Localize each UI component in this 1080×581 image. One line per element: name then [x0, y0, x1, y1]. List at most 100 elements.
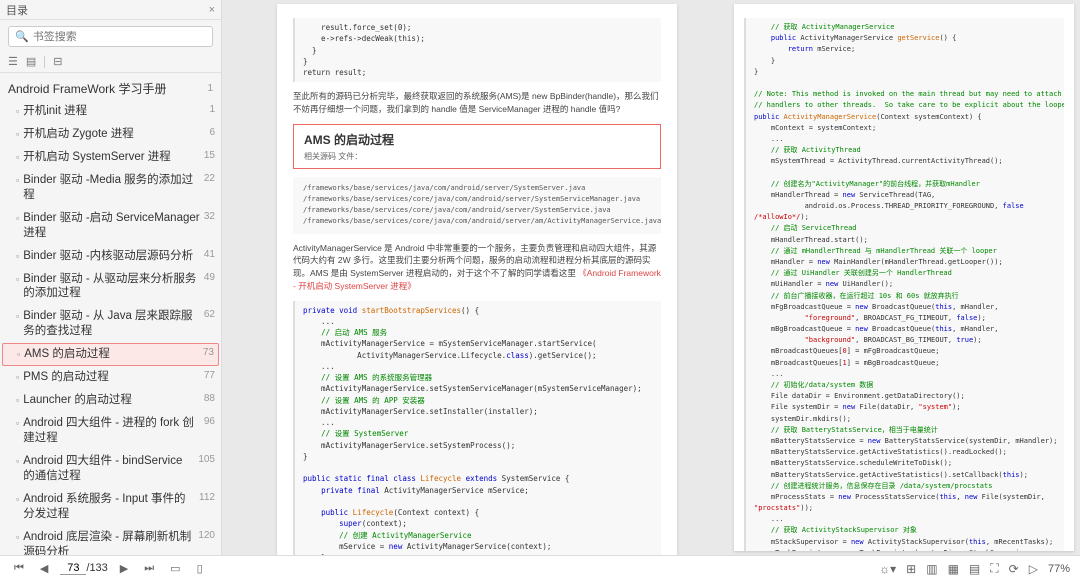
expand-icon[interactable]: ☰ — [8, 55, 18, 68]
columns-icon[interactable]: ▤ — [969, 562, 980, 576]
page-viewport[interactable]: result.force_set(0); e->refs->decWeak(th… — [222, 0, 732, 555]
first-page-icon[interactable]: ⏮ — [10, 560, 28, 577]
tree-item[interactable]: ▫Binder 驱动 - 从 Java 层来跟踪服务的查找过程62 — [0, 305, 221, 343]
tree-item-page: 15 — [204, 150, 215, 161]
tree-item[interactable]: ▫ 开机启动 SystemServer 进程 15 — [0, 146, 221, 169]
tree-item-label: Binder 驱动 -Media 服务的添加过程 — [23, 173, 200, 203]
bookmark-icon: ▫ — [16, 532, 19, 544]
tree-item-label: PMS 的启动过程 — [23, 370, 109, 385]
paragraph: 至此所有的源码已分析完毕，最终获取返回的系统服务(AMS)是 new BpBin… — [293, 90, 661, 116]
tree-item-label: 开机init 进程 — [23, 104, 87, 119]
grid-icon[interactable]: ⊞ — [906, 562, 916, 576]
tree-item-page: 6 — [209, 127, 215, 138]
tree-item-page: 22 — [204, 173, 215, 184]
layout-icon[interactable]: ▥ — [926, 562, 937, 576]
tree-item[interactable]: ▫ Android 四大组件 - 进程的 fork 创建过程 96 — [0, 412, 221, 450]
search-box[interactable]: 🔍 — [8, 26, 213, 47]
tree-item-page: 96 — [204, 416, 215, 427]
tree-item-label: Launcher 的启动过程 — [23, 393, 132, 408]
rotate-icon[interactable]: ⟳ — [1009, 562, 1019, 576]
tree-item[interactable]: ▫ PMS 的启动过程 77 — [0, 366, 221, 389]
tree-root[interactable]: Android FrameWork 学习手册 1 — [0, 77, 221, 100]
fullscreen-icon[interactable]: ⛶ — [990, 561, 998, 576]
sidebar: 目录 × 🔍 ☰ ▤ ⊟ Android FrameWork 学习手册 1 ▫ 开… — [0, 0, 222, 555]
tree-item[interactable]: ▫ 开机init 进程 1 — [0, 100, 221, 123]
divider — [44, 56, 45, 68]
bookmark-icon: ▫ — [16, 311, 19, 323]
search-input[interactable] — [33, 31, 206, 43]
page-current-input[interactable] — [60, 562, 86, 575]
tree-item[interactable]: ▫ Android 系统服务 - Input 事件的分发过程 112 — [0, 488, 221, 526]
bookmark-icon: ▫ — [16, 175, 19, 187]
tree-item-label: Android 四大组件 - 进程的 fork 创建过程 — [23, 416, 200, 446]
tree-item-label: 开机启动 SystemServer 进程 — [23, 150, 171, 165]
last-page-icon[interactable]: ⏭ — [140, 560, 158, 577]
page-indicator: /133 — [60, 562, 107, 575]
brightness-icon[interactable]: ☼▾ — [879, 562, 896, 576]
tree-item-label: Android 四大组件 - bindService 的通信过程 — [23, 454, 194, 484]
next-page-icon[interactable]: ▶ — [116, 560, 132, 577]
bookmark-icon: ▫ — [16, 456, 19, 468]
tree-item-page: 73 — [203, 347, 214, 358]
search-icon: 🔍 — [15, 30, 29, 43]
bookmark-icon: ▫ — [16, 494, 19, 506]
tree-item-page: 1 — [209, 104, 215, 115]
fold-icon[interactable]: ⊟ — [53, 55, 62, 68]
close-icon[interactable]: × — [209, 4, 215, 16]
tree-item[interactable]: ▫ Android 底层渲染 - 屏幕刷新机制源码分析 120 — [0, 526, 221, 555]
fit-page-icon[interactable]: ▭ — [166, 560, 184, 577]
two-page-icon[interactable]: ▦ — [948, 562, 959, 576]
file-list: /frameworks/base/services/java/com/andro… — [293, 177, 661, 234]
tree-item-label: Binder 驱动 - 从 Java 层来跟踪服务的查找过程 — [23, 309, 200, 339]
section-heading-box: AMS 的启动过程 相关源码 文件： — [293, 124, 661, 169]
fit-width-icon[interactable]: ▯ — [193, 560, 207, 577]
page-nav: ⏮ ◀ /133 ▶ ⏭ ▭ ▯ — [10, 560, 207, 577]
section-title: AMS 的启动过程 — [304, 131, 650, 148]
bookmark-icon: ▫ — [16, 418, 19, 430]
tree-item-page: 112 — [199, 492, 215, 503]
tree-item-label: Binder 驱动 - 从驱动层来分析服务的添加过程 — [23, 272, 200, 302]
bookmark-icon: ▫ — [17, 349, 20, 361]
bookmark-icon: ▫ — [16, 129, 19, 141]
paragraph: ActivityManagerService 是 Android 中非常重要的一… — [293, 242, 661, 293]
view-tools: ☼▾ ⊞ ▥ ▦ ▤ ⛶ ⟳ ▷ 77% — [879, 561, 1070, 576]
tree-item-page: 105 — [198, 454, 215, 465]
tree-item[interactable]: ▫ AMS 的启动过程 73 — [2, 343, 219, 366]
tree-item[interactable]: ▫ Binder 驱动 - 从驱动层来分析服务的添加过程 49 — [0, 268, 221, 306]
section-subtitle: 相关源码 文件： — [304, 151, 650, 162]
page-right: // 获取 ActivityManagerService public Acti… — [734, 4, 1074, 551]
presentation-icon[interactable]: ▷ — [1029, 562, 1038, 576]
tree-item-page: 49 — [204, 272, 215, 283]
tree-item-label: Binder 驱动 -启动 ServiceManager 进程 — [23, 211, 200, 241]
tree-item[interactable]: ▫Binder 驱动 -启动 ServiceManager 进程32 — [0, 207, 221, 245]
bookmark-icon: ▫ — [16, 372, 19, 384]
tree-item[interactable]: ▫ Android 四大组件 - bindService 的通信过程 105 — [0, 450, 221, 488]
tree-item-label: Android 底层渲染 - 屏幕刷新机制源码分析 — [23, 530, 194, 555]
content-area: result.force_set(0); e->refs->decWeak(th… — [222, 0, 1080, 555]
tree-item-page: 77 — [204, 370, 215, 381]
prev-page-icon[interactable]: ◀ — [36, 560, 52, 577]
tree-item[interactable]: ▫ Launcher 的启动过程 88 — [0, 389, 221, 412]
tree-item-label: Android 系统服务 - Input 事件的分发过程 — [23, 492, 195, 522]
bookmark-icon: ▫ — [16, 395, 19, 407]
tree-item-label: AMS 的启动过程 — [24, 347, 110, 362]
outline-tree[interactable]: Android FrameWork 学习手册 1 ▫ 开机init 进程 1 ▫ 开机启… — [0, 73, 221, 555]
bookmark-icon: ▫ — [16, 274, 19, 286]
sidebar-header: 目录 × — [0, 0, 221, 20]
bookmark-icon: ▫ — [16, 106, 19, 118]
collapse-icon[interactable]: ▤ — [26, 55, 36, 68]
page-left: result.force_set(0); e->refs->decWeak(th… — [277, 4, 677, 555]
tree-item-label: 开机启动 Zygote 进程 — [23, 127, 134, 142]
tree-item-label: Binder 驱动 -内核驱动层源码分析 — [23, 249, 193, 264]
tree-item[interactable]: ▫ Binder 驱动 -Media 服务的添加过程 22 — [0, 169, 221, 207]
bookmark-icon: ▫ — [16, 152, 19, 164]
tree-item-page: 88 — [204, 393, 215, 404]
tree-item-page: 41 — [204, 249, 215, 260]
panel-title: 目录 — [6, 2, 28, 18]
zoom-pct[interactable]: 77% — [1048, 563, 1070, 575]
tree-item[interactable]: ▫Binder 驱动 -内核驱动层源码分析41 — [0, 245, 221, 268]
tree-item-page: 32 — [204, 211, 215, 222]
tree-item[interactable]: ▫ 开机启动 Zygote 进程 6 — [0, 123, 221, 146]
code-block: private void startBootstrapServices() { … — [293, 301, 661, 556]
tree-item-page: 120 — [198, 530, 215, 541]
